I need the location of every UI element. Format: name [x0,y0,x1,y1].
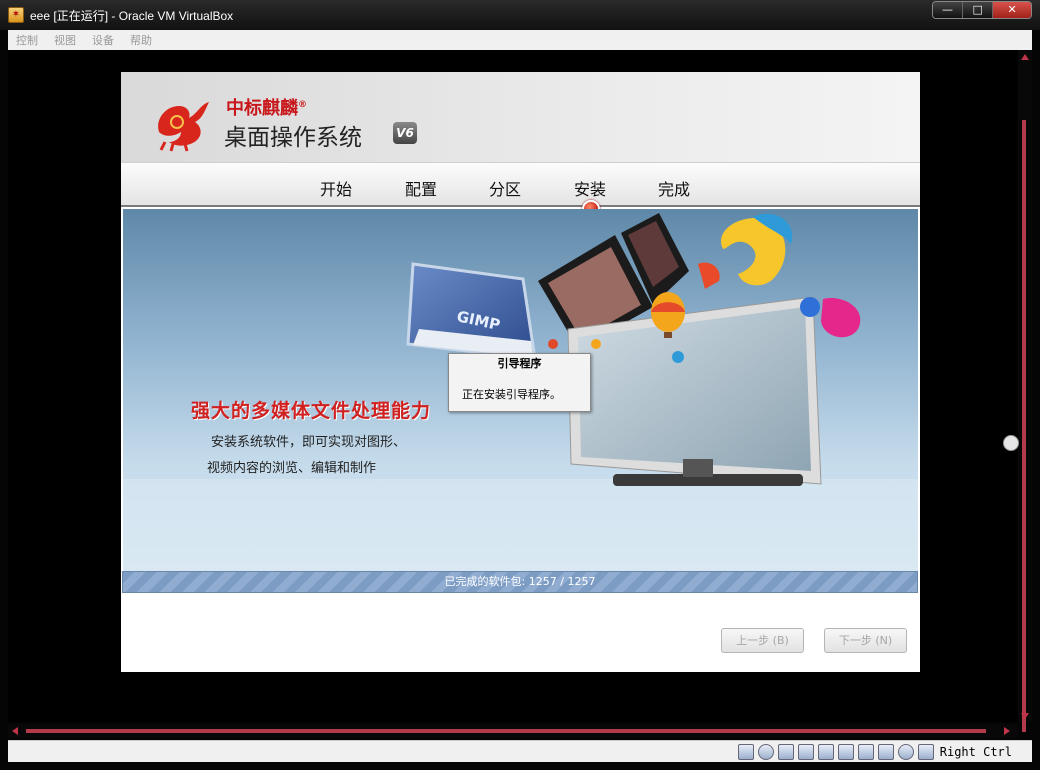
product-name: 桌面操作系统 [224,125,362,151]
kylin-logo-icon [158,102,209,152]
mouse-integration-icon[interactable] [897,744,914,760]
device-status-icons: Right Ctrl [737,744,1012,760]
menu-help[interactable]: 帮助 [130,32,152,48]
horizontal-scroll-thumb[interactable] [26,729,986,733]
host-key-icon[interactable] [917,744,934,760]
horizontal-scrollbar[interactable] [8,724,1018,738]
banner-description-line2: 视频内容的浏览、编辑和制作 [207,461,377,476]
version-badge: V6 [393,122,417,144]
installer-screen: 中标麒麟® 桌面操作系统 V6 开始 配置 分区 安装 完成 GIMP 强大的多… [121,72,920,672]
minimize-button[interactable]: — [933,2,964,18]
brand-name: 中标麒麟® [226,98,307,119]
display-icon[interactable] [837,744,854,760]
shared-folders-icon[interactable] [817,744,834,760]
installer-header: 中标麒麟® 桌面操作系统 V6 [121,72,920,162]
virtualbox-app-icon: ✶ [8,7,24,23]
vertical-scrollbar[interactable] [1018,50,1032,732]
virtualization-icon[interactable] [877,744,894,760]
step-install: 安装 [574,180,607,199]
video-capture-icon[interactable] [857,744,874,760]
virtualbox-window: ✶ eee [正在运行] - Oracle VM VirtualBox — □ … [0,0,1040,770]
title-bar[interactable]: ✶ eee [正在运行] - Oracle VM VirtualBox — □ … [0,0,1040,30]
network-icon[interactable] [797,744,814,760]
usb-icon[interactable] [777,744,794,760]
maximize-button[interactable]: □ [963,2,994,18]
scroll-up-arrow-icon[interactable] [1021,54,1029,60]
menu-bar: 控制 视图 设备 帮助 [8,30,1032,50]
hard-disk-icon[interactable] [737,744,754,760]
step-start: 开始 [320,180,353,199]
window-title: eee [正在运行] - Oracle VM VirtualBox [30,9,234,23]
next-button[interactable]: 下一步 (N) [824,628,907,653]
vertical-scroll-thumb[interactable] [1022,120,1026,732]
step-navigation: 开始 配置 分区 安装 完成 [121,162,920,218]
step-partition: 分区 [489,180,522,199]
host-key-label: Right Ctrl [939,745,1012,759]
scroll-down-arrow-icon[interactable] [1021,713,1029,719]
optical-drive-icon[interactable] [757,744,774,760]
monitor-artwork [567,296,822,486]
banner-tagline: 强大的多媒体文件处理能力 [191,400,432,422]
mouse-integration-cursor-icon [1003,435,1019,451]
dialog-message: 正在安装引导程序。 [462,388,561,401]
dialog-title: 引导程序 [497,357,542,370]
menu-devices[interactable]: 设备 [92,32,114,48]
status-bar: Right Ctrl [8,740,1032,762]
close-button[interactable]: ✕ [993,2,1031,18]
back-button[interactable]: 上一步 (B) [721,628,804,653]
bootloader-dialog: 引导程序 正在安装引导程序。 [448,353,591,412]
window-controls: — □ ✕ [932,1,1032,19]
progress-text: 已完成的软件包: 1257 / 1257 [444,575,596,588]
step-finish: 完成 [658,180,691,199]
menu-control[interactable]: 控制 [16,32,38,48]
scroll-right-arrow-icon[interactable] [1004,727,1010,735]
menu-view[interactable]: 视图 [54,32,76,48]
install-progress-bar: 已完成的软件包: 1257 / 1257 [122,571,918,593]
scroll-left-arrow-icon[interactable] [12,727,18,735]
banner-description-line1: 安装系统软件，即可实现对图形、 [211,435,407,450]
step-configure: 配置 [405,180,438,199]
